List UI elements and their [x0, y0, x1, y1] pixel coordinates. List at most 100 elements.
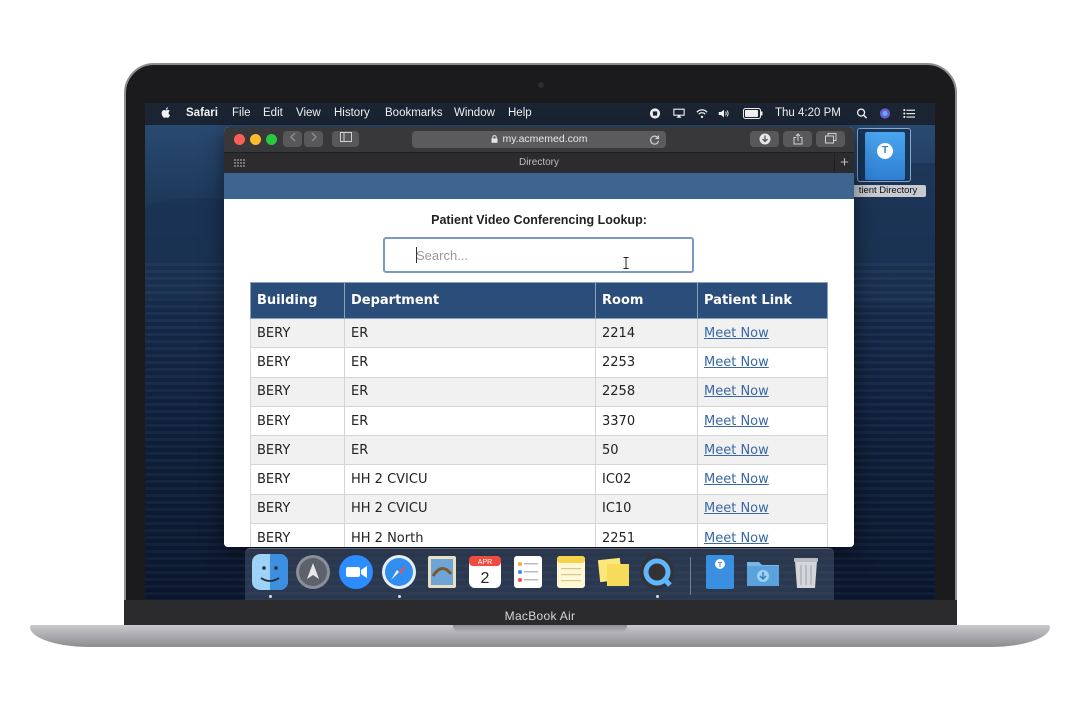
text-caret — [416, 247, 417, 263]
desktop-file-icon[interactable]: T — [857, 128, 911, 182]
siri-icon[interactable] — [879, 108, 891, 119]
reminders-icon[interactable] — [510, 554, 546, 590]
web-page: Patient Video Conferencing Lookup: Build… — [224, 173, 854, 547]
cell-building: BERY — [250, 376, 345, 407]
menu-help[interactable]: Help — [508, 107, 532, 119]
mail-icon[interactable] — [424, 554, 460, 590]
address-bar[interactable]: my.acmemed.com — [412, 131, 666, 148]
back-button[interactable] — [283, 131, 302, 147]
cell-patient-link: Meet Now — [697, 523, 828, 547]
tabs-icon — [824, 133, 836, 144]
launchpad-icon[interactable] — [295, 554, 331, 590]
safari-icon[interactable] — [381, 554, 417, 590]
wifi-icon[interactable] — [696, 108, 708, 119]
downloads-folder-icon[interactable] — [745, 554, 781, 590]
notification-center-icon[interactable] — [903, 108, 915, 119]
sidebar-icon — [339, 132, 352, 142]
zoom-icon[interactable] — [338, 554, 374, 590]
menu-history[interactable]: History — [334, 107, 370, 119]
menu-clock[interactable]: Thu 4:20 PM — [775, 107, 841, 119]
tab-directory[interactable]: Directory — [224, 157, 854, 168]
downloads-button[interactable] — [750, 131, 779, 147]
column-header-department: Department — [344, 282, 596, 319]
meet-now-link[interactable]: Meet Now — [704, 326, 769, 341]
desktop-file-label[interactable]: tient Directory — [850, 185, 926, 197]
cell-department: ER — [344, 317, 596, 349]
close-window-button[interactable] — [234, 134, 245, 145]
menu-window[interactable]: Window — [454, 107, 495, 119]
volume-icon[interactable] — [718, 108, 730, 119]
meet-now-link[interactable]: Meet Now — [704, 531, 769, 546]
trash-icon[interactable] — [788, 554, 824, 590]
meet-now-link[interactable]: Meet Now — [704, 501, 769, 516]
tab-overview-button[interactable] — [816, 131, 845, 147]
cell-department: ER — [344, 347, 596, 378]
meet-now-link[interactable]: Meet Now — [704, 384, 769, 399]
cell-room: 2253 — [595, 347, 698, 378]
cell-room: IC10 — [595, 493, 698, 525]
forward-button[interactable] — [304, 131, 323, 147]
menu-edit[interactable]: Edit — [263, 107, 283, 119]
screenshot-stage: MacBook Air Safari File Edit View Histor… — [0, 0, 1080, 725]
lock-icon — [491, 135, 498, 143]
running-indicator — [269, 595, 272, 598]
battery-icon[interactable] — [743, 108, 763, 119]
directory-doc-icon[interactable]: T — [702, 554, 738, 590]
download-icon — [759, 133, 770, 145]
table-row: BERY ER 3370 Meet Now — [250, 405, 828, 437]
sidebar-toggle-button[interactable] — [332, 131, 359, 147]
table-header-row: Building Department Room Patient Link — [250, 282, 828, 319]
quicktime-icon[interactable] — [639, 554, 675, 590]
cell-building: BERY — [250, 317, 345, 349]
calendar-icon[interactable]: APR 2 — [467, 554, 503, 590]
cell-patient-link: Meet Now — [697, 435, 828, 466]
minimize-window-button[interactable] — [250, 134, 261, 145]
cell-room: 50 — [595, 435, 698, 466]
safari-window: my.acmemed.com Directory + Patient Video… — [224, 127, 854, 547]
cell-building: BERY — [250, 435, 345, 466]
apple-icon[interactable] — [160, 107, 172, 118]
cell-room: 2258 — [595, 376, 698, 407]
menu-view[interactable]: View — [296, 107, 321, 119]
table-row: BERY HH 2 North 2251 Meet Now — [250, 523, 828, 547]
new-tab-button[interactable]: + — [834, 153, 854, 173]
cell-department: ER — [344, 405, 596, 437]
cell-department: HH 2 North — [344, 523, 596, 547]
webcam — [538, 82, 544, 88]
zoom-window-button[interactable] — [266, 134, 277, 145]
table-row: BERY ER 2214 Meet Now — [250, 317, 828, 349]
dock: APR 2 T — [245, 548, 834, 600]
stickies-icon[interactable] — [596, 554, 632, 590]
tab-bar: Directory + — [224, 152, 854, 173]
finder-icon[interactable] — [252, 554, 288, 590]
cell-department: ER — [344, 376, 596, 407]
calendar-day: 2 — [481, 570, 490, 587]
meet-now-link[interactable]: Meet Now — [704, 355, 769, 370]
menu-app-name[interactable]: Safari — [186, 107, 218, 119]
model-label: MacBook Air — [504, 609, 576, 623]
cell-building: BERY — [250, 405, 345, 437]
spotlight-search-icon[interactable] — [856, 108, 868, 119]
cell-building: BERY — [250, 464, 345, 495]
meet-now-link[interactable]: Meet Now — [704, 414, 769, 429]
cell-room: 2251 — [595, 523, 698, 547]
chevron-right-icon — [310, 132, 317, 142]
screen-record-icon[interactable] — [649, 108, 661, 119]
page-title: Patient Video Conferencing Lookup: — [431, 213, 647, 227]
airplay-icon[interactable] — [673, 108, 685, 119]
url-text: my.acmemed.com — [502, 133, 588, 145]
menu-file[interactable]: File — [232, 107, 251, 119]
safari-toolbar: my.acmemed.com — [224, 127, 854, 152]
share-button[interactable] — [783, 131, 812, 147]
cell-patient-link: Meet Now — [697, 464, 828, 495]
notes-icon[interactable] — [553, 554, 589, 590]
search-input[interactable] — [383, 237, 694, 273]
meet-now-link[interactable]: Meet Now — [704, 472, 769, 487]
menu-bookmarks[interactable]: Bookmarks — [385, 107, 443, 119]
cell-department: HH 2 CVICU — [344, 493, 596, 525]
reload-icon[interactable] — [650, 135, 660, 145]
cell-patient-link: Meet Now — [697, 405, 828, 437]
meet-now-link[interactable]: Meet Now — [704, 443, 769, 458]
cell-patient-link: Meet Now — [697, 317, 828, 349]
column-header-room: Room — [595, 282, 698, 319]
